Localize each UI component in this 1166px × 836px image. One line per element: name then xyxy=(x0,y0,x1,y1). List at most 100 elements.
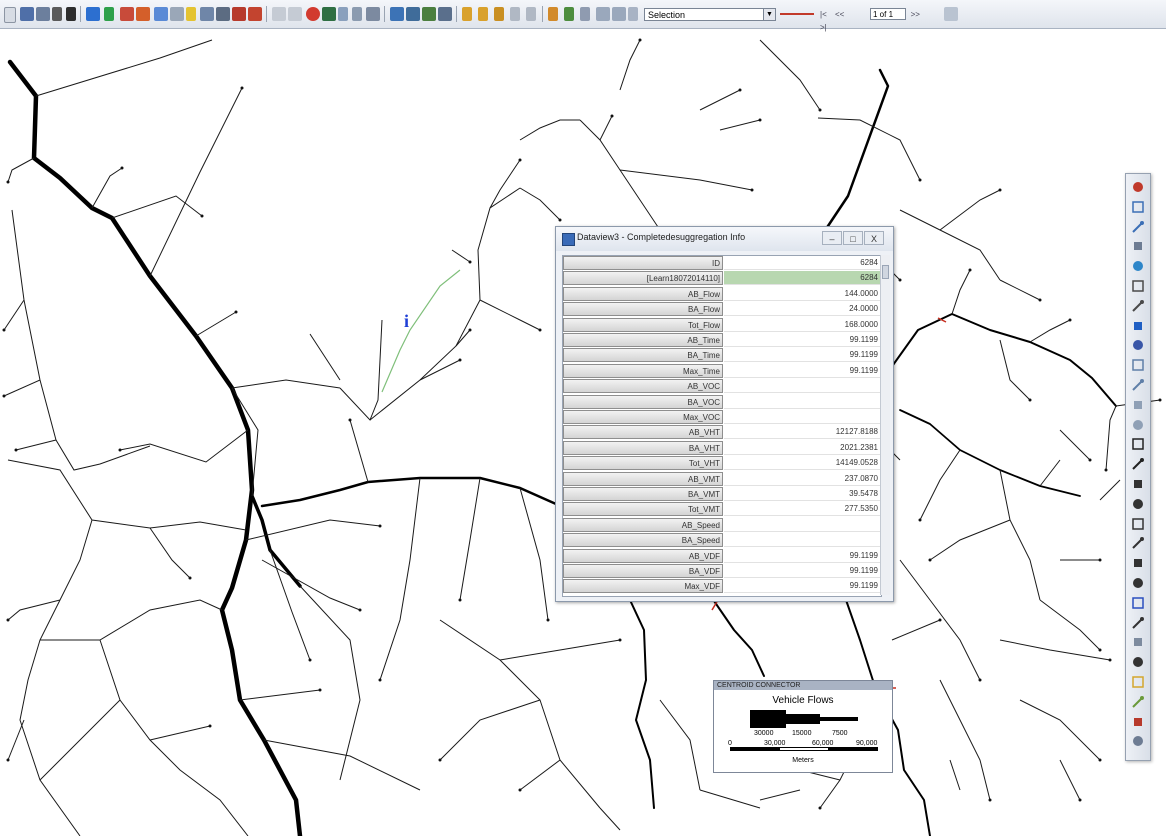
path-2-icon[interactable] xyxy=(248,7,262,21)
info-marker-icon[interactable]: i xyxy=(404,311,409,331)
close-button[interactable]: X xyxy=(864,231,884,245)
map-icon[interactable] xyxy=(1131,675,1145,689)
pointer-icon[interactable] xyxy=(944,7,958,21)
field-name-cell[interactable]: BA_Flow xyxy=(563,302,723,317)
field-value-cell[interactable] xyxy=(724,518,881,532)
field-name-cell[interactable]: Max_VOC xyxy=(563,410,723,424)
field-name-cell[interactable]: Tot_Flow xyxy=(563,317,723,332)
field-value-cell[interactable]: 99.1199 xyxy=(724,333,881,347)
export-icon[interactable] xyxy=(154,7,168,21)
first-record-button[interactable]: |< xyxy=(820,10,827,19)
dataview-row[interactable]: Max_Time 99.1199 xyxy=(563,363,881,379)
selected-link[interactable] xyxy=(381,269,461,393)
rectangle-icon[interactable] xyxy=(1131,477,1145,491)
line-icon[interactable] xyxy=(1131,576,1145,590)
dataview-row[interactable]: Tot_Flow 168.0000 xyxy=(563,317,881,333)
route-icon[interactable] xyxy=(390,7,404,21)
dataview-row[interactable]: AB_VMT 237.0870 xyxy=(563,471,881,487)
flag-2-icon[interactable] xyxy=(478,7,488,21)
network-icon[interactable] xyxy=(322,7,336,21)
field-value-cell[interactable]: 24.0000 xyxy=(724,302,881,317)
road-secondary[interactable] xyxy=(260,476,558,508)
minimize-button[interactable]: – xyxy=(822,231,842,245)
field-value-cell[interactable]: 99.1199 xyxy=(724,564,881,578)
flag-icon[interactable] xyxy=(462,7,472,21)
field-value-cell[interactable]: 14149.0528 xyxy=(724,456,881,471)
circle-icon[interactable] xyxy=(1131,497,1145,511)
clock-icon[interactable] xyxy=(200,7,214,21)
field-name-cell[interactable]: BA_VDF xyxy=(563,564,723,578)
field-name-cell[interactable]: Tot_VMT xyxy=(563,502,723,517)
field-value-cell[interactable] xyxy=(724,395,881,409)
field-name-cell[interactable]: BA_Time xyxy=(563,348,723,363)
route-2-icon[interactable] xyxy=(406,7,420,21)
road-major-branch[interactable] xyxy=(250,494,302,588)
layer-icon-2[interactable] xyxy=(1131,378,1145,392)
field-name-cell[interactable]: AB_VOC xyxy=(563,379,723,394)
next-record-button[interactable]: >> xyxy=(911,10,920,19)
chevron-down-icon[interactable]: ▼ xyxy=(763,9,775,20)
field-value-cell[interactable]: 6284 xyxy=(724,271,881,286)
field-value-cell[interactable]: 39.5478 xyxy=(724,487,881,501)
new-map-icon[interactable] xyxy=(20,7,34,21)
dataview-window[interactable]: Dataview3 - Completedesuggregation Info … xyxy=(555,226,894,602)
field-name-cell[interactable]: BA_Speed xyxy=(563,533,723,548)
route-icon[interactable] xyxy=(1131,715,1145,729)
freehand-icon[interactable] xyxy=(1131,556,1145,570)
help-icon[interactable] xyxy=(1131,734,1145,748)
field-value-cell[interactable]: 99.1199 xyxy=(724,549,881,563)
chart-icon[interactable] xyxy=(1131,695,1145,709)
select-icon[interactable] xyxy=(1131,398,1145,412)
scissors-icon[interactable] xyxy=(52,7,62,21)
ellipse-icon[interactable] xyxy=(1131,517,1145,531)
field-name-cell[interactable]: BA_VMT xyxy=(563,487,723,501)
field-name-cell[interactable]: BA_VOC xyxy=(563,394,723,409)
field-value-cell[interactable] xyxy=(724,533,881,548)
dataview-row[interactable]: AB_Speed xyxy=(563,517,881,533)
magic-icon[interactable] xyxy=(580,7,590,21)
record-count-field[interactable]: 1 of 1 xyxy=(870,8,906,20)
globe-icon[interactable] xyxy=(1131,259,1145,273)
brush-icon[interactable] xyxy=(1131,338,1145,352)
zoom-out-icon[interactable] xyxy=(1131,220,1145,234)
dataview-row[interactable]: AB_VOC xyxy=(563,379,881,394)
dataview-row[interactable]: AB_Time 99.1199 xyxy=(563,333,881,348)
flow-2-icon[interactable] xyxy=(136,7,150,21)
select-tool-3-icon[interactable] xyxy=(628,7,638,21)
road-secondary-east[interactable] xyxy=(887,313,1117,407)
route-3-icon[interactable] xyxy=(422,7,436,21)
field-name-cell[interactable]: AB_Flow xyxy=(563,286,723,301)
matrix-icon[interactable] xyxy=(366,7,380,21)
layers-icon[interactable] xyxy=(86,7,100,21)
grid-icon[interactable] xyxy=(1131,635,1145,649)
field-value-cell[interactable]: 277.5350 xyxy=(724,502,881,517)
field-value-cell[interactable]: 12127.8188 xyxy=(724,425,881,440)
field-value-cell[interactable] xyxy=(724,379,881,394)
select-tool-icon[interactable] xyxy=(596,7,610,21)
field-name-cell[interactable]: [Learn18072014110] xyxy=(563,271,723,286)
polygon-icon[interactable] xyxy=(1131,536,1145,550)
dataview-row[interactable]: Max_VDF 99.1199 xyxy=(563,579,881,594)
field-name-cell[interactable]: AB_VDF xyxy=(563,548,723,563)
path-icon[interactable] xyxy=(232,7,246,21)
pin-icon[interactable] xyxy=(548,7,558,21)
dataview-row[interactable]: ID 6284 xyxy=(563,256,881,271)
redo-icon[interactable] xyxy=(288,7,302,21)
flow-icon[interactable] xyxy=(120,7,134,21)
field-name-cell[interactable]: AB_VMT xyxy=(563,471,723,486)
scrollbar-thumb[interactable] xyxy=(882,265,889,279)
field-value-cell[interactable]: 144.0000 xyxy=(724,287,881,301)
field-value-cell[interactable]: 6284 xyxy=(724,256,881,270)
dataview-row[interactable]: Max_VOC xyxy=(563,410,881,425)
route-4-icon[interactable] xyxy=(438,7,452,21)
field-value-cell[interactable]: 99.1199 xyxy=(724,579,881,594)
dataview-row[interactable]: Tot_VMT 277.5350 xyxy=(563,502,881,517)
line-style-swatch[interactable] xyxy=(780,13,814,15)
measure-icon[interactable] xyxy=(1131,180,1145,194)
field-value-cell[interactable]: 168.0000 xyxy=(724,318,881,332)
field-name-cell[interactable]: Max_VDF xyxy=(563,579,723,594)
dataview-row[interactable]: [Learn18072014110] 6284 xyxy=(563,271,881,286)
zoom-in-icon[interactable] xyxy=(1131,200,1145,214)
scale-icon[interactable] xyxy=(1131,299,1145,313)
road-secondary-se2[interactable] xyxy=(899,409,1081,497)
